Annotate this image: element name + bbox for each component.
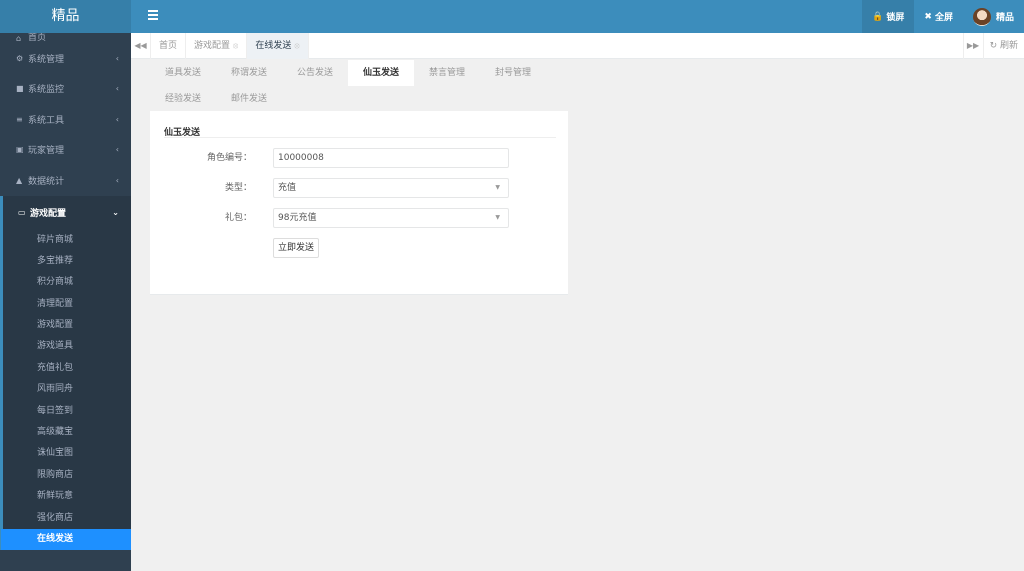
sidebar-subitem[interactable]: 限购商店 (3, 465, 131, 486)
sidebar-group-game-config: ▭ 游戏配置 ⌄ 碎片商城 多宝推荐 积分商城 清理配置 游戏配置 游戏道具 充… (0, 195, 131, 551)
sidebar-subitem-active[interactable]: 在线发送 (1, 528, 131, 551)
jade-send-panel: 仙玉发送 角色编号： 10000008 类型： 充值 ▼ 礼包： 98元充值 ▼ 立… (150, 111, 568, 295)
sidebar-item-system-manage[interactable]: ⚙ 系统管理 ‹ (0, 43, 131, 74)
sidebar-subitem[interactable]: 游戏道具 (3, 336, 131, 357)
home-icon: ⌂ (16, 34, 22, 43)
user-menu[interactable]: 精品 (963, 0, 1024, 33)
send-type-tabs: 道具发送 称谓发送 公告发送 仙玉发送 禁言管理 封号管理 经验发送 邮件发送 (150, 60, 568, 112)
sidebar-item-player-manage[interactable]: ▣ 玩家管理 ‹ (0, 135, 131, 166)
sidebar-subitem[interactable]: 游戏配置 (3, 315, 131, 336)
sidebar-subitem[interactable]: 清理配置 (3, 294, 131, 315)
video-icon: ■ (16, 84, 24, 94)
subtab-mail-send[interactable]: 邮件发送 (216, 86, 282, 112)
send-now-button[interactable]: 立即发送 (273, 238, 319, 258)
sidebar-subitem[interactable]: 风雨同舟 (3, 379, 131, 400)
hamburger-icon[interactable] (148, 10, 158, 22)
tab-game-config[interactable]: 游戏配置 ⦻ (186, 33, 248, 59)
role-id-label: 角色编号： (206, 153, 252, 163)
sidebar-subitem[interactable]: 积分商城 (3, 272, 131, 293)
user-card-icon: ▣ (16, 145, 24, 155)
chevron-left-icon: ‹ (115, 84, 119, 94)
tab-home[interactable]: 首页 (151, 33, 187, 59)
tab-online-send[interactable]: 在线发送 ⦻ (247, 33, 309, 59)
panel-title: 仙玉发送 (164, 125, 556, 138)
refresh-icon: ↻ (989, 41, 998, 51)
chevron-down-icon: ⌄ (112, 208, 119, 217)
pack-select[interactable]: 98元充值 ▼ (273, 208, 509, 228)
sidebar-subitem[interactable]: 强化商店 (3, 508, 131, 529)
brand-logo: 精品 (0, 0, 131, 33)
subtab-item-send[interactable]: 道具发送 (150, 60, 216, 86)
avatar (972, 7, 991, 26)
page-tabs-bar: ◀◀ 首页 游戏配置 ⦻ 在线发送 ⦻ ▶▶ ↻ 刷新 (131, 33, 1024, 59)
subtab-mute-manage[interactable]: 禁言管理 (414, 60, 480, 86)
chevron-left-icon: ‹ (115, 175, 119, 185)
close-icon[interactable]: ⦻ (233, 41, 238, 50)
type-select[interactable]: 充值 ▼ (273, 178, 509, 198)
desktop-icon: ▭ (18, 208, 26, 217)
lock-screen-button[interactable]: 🔒 锁屏 (862, 0, 915, 33)
chevron-left-icon: ‹ (115, 53, 119, 63)
sidebar-subitem[interactable]: 新鲜玩意 (3, 486, 131, 507)
role-id-input[interactable]: 10000008 (273, 148, 509, 168)
chevron-left-icon: ‹ (115, 145, 119, 155)
lock-icon: 🔒 (872, 11, 884, 22)
subtab-exp-send[interactable]: 经验发送 (150, 86, 216, 112)
fullscreen-button[interactable]: ✖ 全屏 (914, 0, 963, 33)
pack-label: 礼包： (224, 213, 252, 223)
expand-icon: ✖ (924, 11, 932, 22)
close-icon[interactable]: ⦻ (294, 41, 299, 50)
sidebar-item-data-stats[interactable]: ▲ 数据统计 ‹ (0, 165, 131, 196)
type-label: 类型： (224, 183, 252, 193)
subtab-notice-send[interactable]: 公告发送 (282, 60, 348, 86)
scroll-tabs-left-icon[interactable]: ◀◀ (131, 33, 151, 59)
chevron-left-icon: ‹ (115, 114, 119, 124)
subtab-jade-send[interactable]: 仙玉发送 (348, 60, 414, 86)
type-row: 类型： 充值 ▼ (150, 178, 568, 198)
sidebar-item-game-config[interactable]: ▭ 游戏配置 ⌄ (3, 196, 131, 230)
sidebar-item-home[interactable]: ⌂ 首页 (0, 33, 131, 43)
scroll-tabs-right-icon[interactable]: ▶▶ (962, 33, 983, 59)
sidebar-subitem[interactable]: 诛仙宝图 (3, 443, 131, 464)
subtab-title-send[interactable]: 称谓发送 (216, 60, 282, 86)
caret-down-icon: ▼ (495, 184, 500, 191)
subtab-ban-manage[interactable]: 封号管理 (480, 60, 546, 86)
sidebar-subitem[interactable]: 充值礼包 (3, 358, 131, 379)
pack-row: 礼包： 98元充值 ▼ (150, 208, 568, 228)
sidebar-item-system-monitor[interactable]: ■ 系统监控 ‹ (0, 74, 131, 105)
role-id-row: 角色编号： 10000008 (150, 148, 568, 168)
area-chart-icon: ▲ (16, 175, 23, 185)
refresh-button[interactable]: ↻ 刷新 (982, 33, 1024, 59)
sidebar-subitem[interactable]: 高级藏宝 (3, 422, 131, 443)
gear-icon: ⚙ (16, 53, 24, 63)
sidebar-subitem[interactable]: 每日签到 (3, 401, 131, 422)
sidebar-item-system-tools[interactable]: ≡ 系统工具 ‹ (0, 104, 131, 135)
top-header: 精品 🔒 锁屏 ✖ 全屏 精品 (0, 0, 1024, 33)
caret-down-icon: ▼ (495, 214, 500, 221)
sidebar-subitem[interactable]: 多宝推荐 (3, 251, 131, 272)
sidebar-subitem[interactable]: 碎片商城 (3, 230, 131, 251)
bars-icon: ≡ (16, 114, 23, 124)
sidebar: ⌂ 首页 ⚙ 系统管理 ‹ ■ 系统监控 ‹ ≡ 系统工具 ‹ ▣ 玩家管理 ‹… (0, 33, 131, 571)
